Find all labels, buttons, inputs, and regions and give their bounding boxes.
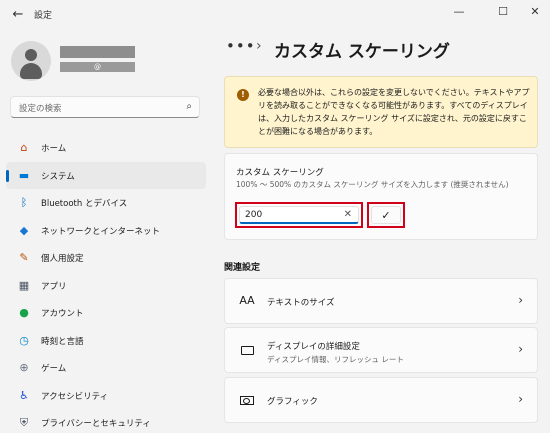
sidebar-item-label: アプリ <box>41 281 67 292</box>
warning-text: 必要な場合以外は、これらの設定を変更しないでください。テキストやアプリを読み取る… <box>258 88 530 136</box>
clock-globe-icon: ◷ <box>19 333 29 347</box>
chevron-right-icon: › <box>518 342 523 356</box>
sidebar-item-clock-globe[interactable]: ◷ 時刻と言語 <box>6 327 206 355</box>
custom-scaling-card: カスタム スケーリング 100% ～ 500% のカスタム スケーリング サイズ… <box>224 153 538 240</box>
sidebar-item-label: 時刻と言語 <box>41 336 84 347</box>
page-title: カスタム スケーリング <box>274 42 450 62</box>
apply-button-highlight: ✓ <box>367 202 405 228</box>
sidebar-item-gamepad[interactable]: ⊕ ゲーム <box>6 354 206 382</box>
related-item-advanced-display[interactable]: ディスプレイの詳細設定 ディスプレイ情報、リフレッシュ レート › <box>224 327 538 373</box>
avatar-head <box>25 49 37 61</box>
shield-icon: ⛨ <box>19 416 29 429</box>
scaling-input-value: 200 <box>245 210 263 220</box>
sidebar-item-home[interactable]: ⌂ ホーム <box>6 134 206 162</box>
sidebar-item-label: 個人用設定 <box>41 254 84 264</box>
related-item-label: テキストのサイズ <box>267 298 335 308</box>
scaling-input-highlight: 200 ✕ <box>235 202 363 228</box>
custom-scaling-description: 100% ～ 500% のカスタム スケーリング サイズを入力します (推奨され… <box>236 180 509 189</box>
user-email-redacted: @ <box>60 62 135 72</box>
sidebar-item-label: アクセシビリティ <box>41 391 109 402</box>
window-title: 設定 <box>34 11 53 21</box>
monitor-icon: ▬ <box>18 168 30 182</box>
related-item-text-size[interactable]: AA テキストのサイズ › <box>224 278 538 324</box>
sidebar-nav: ⌂ ホーム ▬ システム ᛒ Bluetooth とデバイス ◆ ネットワークとインターネット… <box>6 134 206 433</box>
scaling-input[interactable]: 200 ✕ <box>239 206 359 224</box>
related-item-label: ディスプレイの詳細設定 <box>267 342 360 352</box>
warning-banner: ! 必要な場合以外は、これらの設定を変更しないでください。テキストやアプリを読み… <box>224 76 538 148</box>
clear-icon[interactable]: ✕ <box>344 209 352 220</box>
chevron-right-icon: › <box>518 392 523 406</box>
chevron-right-icon: › <box>256 38 262 54</box>
user-name-redacted <box>60 46 135 58</box>
avatar[interactable] <box>11 41 51 81</box>
chevron-right-icon: › <box>518 293 523 307</box>
sidebar-item-monitor[interactable]: ▬ システム <box>6 161 206 189</box>
search-icon: ⌕ <box>186 101 192 112</box>
apps-icon: ▦ <box>18 278 30 292</box>
sidebar-item-label: ネットワークとインターネット <box>41 226 161 237</box>
sidebar-item-label: アカウント <box>41 309 84 319</box>
related-item-graphics[interactable]: グラフィック › <box>224 377 538 423</box>
sidebar-item-label: Bluetooth とデバイス <box>41 199 128 209</box>
sidebar-item-apps[interactable]: ▦ アプリ <box>6 272 206 300</box>
warning-icon: ! <box>237 89 249 101</box>
maximize-button[interactable]: ☐ <box>488 2 518 22</box>
sidebar-item-bluetooth[interactable]: ᛒ Bluetooth とデバイス <box>6 189 206 217</box>
gamepad-icon: ⊕ <box>19 361 29 374</box>
text-size-icon: AA <box>239 294 255 307</box>
account-icon: ● <box>19 306 29 319</box>
sidebar-item-wifi[interactable]: ◆ ネットワークとインターネット <box>6 217 206 245</box>
sidebar-item-account[interactable]: ● アカウント <box>6 299 206 327</box>
search-input[interactable]: 設定の検索 <box>19 102 62 114</box>
title-bar: ← 設定 — ☐ ✕ <box>0 0 550 30</box>
bluetooth-icon: ᛒ <box>20 196 28 209</box>
apply-button[interactable]: ✓ <box>371 206 401 224</box>
custom-scaling-title: カスタム スケーリング <box>236 168 324 178</box>
sidebar-item-label: プライバシーとセキュリティ <box>41 419 151 429</box>
sidebar-item-shield[interactable]: ⛨ プライバシーとセキュリティ <box>6 409 206 433</box>
related-item-label: グラフィック <box>267 397 318 407</box>
related-settings-heading: 関連設定 <box>224 263 261 273</box>
sidebar-item-brush[interactable]: ✎ 個人用設定 <box>6 244 206 272</box>
avatar-body <box>20 63 42 79</box>
breadcrumb-more-button[interactable]: ••• <box>226 37 256 55</box>
sidebar-item-accessibility[interactable]: ♿ アクセシビリティ <box>6 382 206 410</box>
home-icon: ⌂ <box>20 141 28 154</box>
back-arrow-icon[interactable]: ← <box>8 6 28 24</box>
settings-search[interactable]: 設定の検索 ⌕ <box>10 96 200 118</box>
brush-icon: ✎ <box>19 251 29 264</box>
accessibility-icon: ♿ <box>19 388 29 402</box>
wifi-icon: ◆ <box>19 223 29 237</box>
graphics-card-icon <box>238 392 256 408</box>
sidebar-item-label: ゲーム <box>41 364 67 374</box>
sidebar-item-label: ホーム <box>41 144 67 154</box>
close-button[interactable]: ✕ <box>520 2 550 22</box>
monitor-icon <box>238 342 256 358</box>
minimize-button[interactable]: — <box>444 2 474 22</box>
sidebar-item-label: システム <box>41 171 75 182</box>
related-item-description: ディスプレイ情報、リフレッシュ レート <box>267 355 404 364</box>
